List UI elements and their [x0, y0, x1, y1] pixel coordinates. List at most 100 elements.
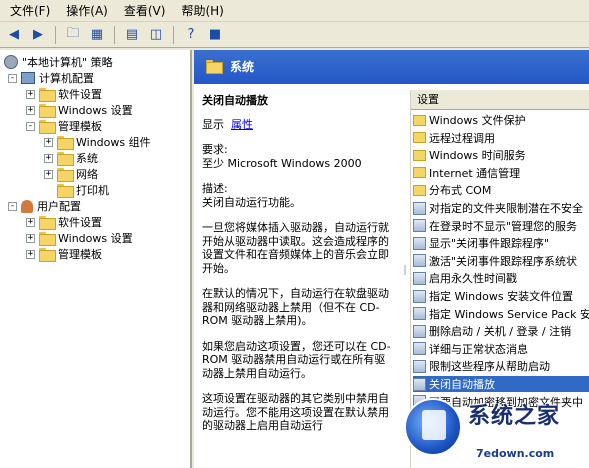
settings-row-label: 限制这些程序从帮助启动 — [429, 360, 550, 374]
tree-item-computer-config[interactable]: - 计算机配置 — [8, 70, 94, 86]
forward-icon[interactable]: ▶ — [28, 25, 48, 45]
console-tree: "本地计算机" 策略 - 计算机配置 + 软件设置 + Windows 设置 -… — [0, 50, 192, 468]
properties-link[interactable]: 属性 — [231, 118, 253, 131]
tree-item-label: 系统 — [76, 152, 98, 165]
menu-view[interactable]: 查看(V) — [116, 0, 174, 21]
policy-icon — [4, 55, 18, 69]
tree-item-user-admin-templates[interactable]: + 管理模板 — [26, 246, 102, 262]
settings-row-label: 指定 Windows 安装文件位置 — [429, 290, 574, 303]
view-icon[interactable]: ■ — [205, 25, 225, 45]
show-tree-icon[interactable]: ▦ — [87, 25, 107, 45]
settings-policy-row[interactable]: 关闭自动播放 — [413, 376, 589, 392]
expand-icon[interactable]: + — [26, 217, 35, 227]
collapse-icon[interactable]: - — [8, 73, 17, 83]
tree-item-root[interactable]: "本地计算机" 策略 — [4, 54, 113, 70]
folder-icon — [39, 120, 56, 134]
settings-policy-row[interactable]: 详细与正常状态消息 — [413, 341, 589, 357]
description-paragraph: 如果您启动这项设置，您还可以在 CD-ROM 驱动器禁用自动运行或在所有驱动器上… — [202, 339, 391, 380]
description-paragraph: 在默认的情况下，自动运行在软盘驱动器和网络驱动器上禁用（但不在 CD-ROM 驱… — [202, 287, 389, 327]
settings-row-label: 删除启动 / 关机 / 登录 / 注销 — [429, 325, 572, 339]
up-folder-icon[interactable]: 🗀 — [63, 25, 83, 45]
menu-action[interactable]: 操作(A) — [58, 0, 116, 21]
settings-policy-row[interactable]: 显示"关闭事件跟踪程序" — [413, 235, 589, 251]
settings-folder-row[interactable]: Internet 通信管理 — [413, 165, 589, 181]
settings-policy-row[interactable]: 指定 Windows Service Pack 安装 — [413, 306, 589, 322]
requirements-value: 至少 Microsoft Windows 2000 — [202, 156, 362, 170]
folder-icon — [413, 184, 426, 196]
tree-item-label: Windows 组件 — [76, 136, 151, 149]
settings-folder-row[interactable]: 远程过程调用 — [413, 130, 589, 146]
collapse-icon[interactable]: - — [26, 121, 35, 131]
watermark-logo-mark — [422, 410, 446, 440]
toolbar-separator — [114, 25, 115, 44]
folder-icon — [39, 88, 56, 102]
tree-item-network[interactable]: + 网络 — [44, 166, 98, 182]
settings-folder-row[interactable]: Windows 文件保护 — [413, 112, 589, 128]
watermark-url: 7edown.com — [476, 447, 555, 460]
computer-icon — [21, 72, 35, 84]
expand-icon[interactable]: + — [44, 169, 53, 179]
tree-item-label: 管理模板 — [58, 248, 102, 261]
menu-help[interactable]: 帮助(H) — [173, 0, 231, 21]
export-icon[interactable]: ◫ — [146, 25, 166, 45]
settings-folder-row[interactable]: Windows 时间服务 — [413, 147, 589, 163]
tree-item-label: 软件设置 — [58, 216, 102, 229]
requirements-block: 要求: 至少 Microsoft Windows 2000 — [202, 143, 394, 170]
back-icon[interactable]: ◀ — [4, 25, 24, 45]
folder-icon — [57, 184, 74, 198]
policy-title: 关闭自动播放 — [202, 94, 268, 107]
policy-setting-icon — [413, 307, 426, 321]
menu-file[interactable]: 文件(F) — [2, 0, 58, 21]
display-label: 显示 — [202, 117, 224, 131]
policy-setting-icon — [413, 219, 426, 233]
properties-icon[interactable]: ▤ — [122, 25, 142, 45]
settings-row-label: 对指定的文件夹限制潜在不安全 — [429, 202, 583, 215]
folder-icon — [57, 136, 74, 150]
column-header-setting[interactable]: 设置 — [411, 90, 589, 110]
collapse-icon[interactable]: - — [8, 201, 17, 211]
open-folder-icon — [57, 152, 74, 166]
tree-item-windows-components[interactable]: + Windows 组件 — [44, 134, 151, 150]
settings-policy-row[interactable]: 对指定的文件夹限制潜在不安全 — [413, 200, 589, 216]
settings-row-label: 远程过程调用 — [429, 131, 495, 145]
policy-setting-icon — [413, 359, 426, 373]
tree-item-user-windows-settings[interactable]: + Windows 设置 — [26, 230, 133, 246]
settings-policy-row[interactable]: 删除启动 / 关机 / 登录 / 注销 — [413, 323, 589, 339]
tree-item-user-software-settings[interactable]: + 软件设置 — [26, 214, 102, 230]
expand-icon[interactable]: + — [26, 105, 35, 115]
description-paragraph: 一旦您将媒体插入驱动器，自动运行就开始从驱动器中读取。这会造成程序的设置文件和在… — [202, 221, 389, 275]
tree-item-admin-templates[interactable]: - 管理模板 — [26, 118, 102, 134]
folder-icon — [413, 167, 426, 179]
folder-icon — [39, 248, 56, 262]
expand-icon[interactable]: + — [44, 137, 53, 147]
settings-row-label: 关闭自动播放 — [429, 378, 495, 391]
settings-row-label: Windows 时间服务 — [429, 149, 526, 163]
settings-policy-row[interactable]: 指定 Windows 安装文件位置 — [413, 288, 589, 304]
expand-icon[interactable]: + — [44, 153, 53, 163]
settings-policy-row[interactable]: 限制这些程序从帮助启动 — [413, 358, 589, 374]
settings-row-label: 显示"关闭事件跟踪程序" — [429, 237, 550, 251]
policy-setting-icon — [413, 377, 426, 391]
settings-policy-row[interactable]: 激活"关闭事件跟踪程序系统状 — [413, 253, 589, 269]
tree-item-software-settings[interactable]: + 软件设置 — [26, 86, 102, 102]
expand-icon[interactable]: + — [26, 89, 35, 99]
settings-row-label: 分布式 COM — [429, 184, 492, 198]
tree-item-printers[interactable]: 打印机 — [57, 182, 109, 198]
pane-splitter[interactable] — [404, 265, 406, 275]
tree-item-user-config[interactable]: - 用户配置 — [8, 198, 81, 214]
tree-item-label: 网络 — [76, 168, 98, 181]
tree-item-windows-settings[interactable]: + Windows 设置 — [26, 102, 133, 118]
folder-icon — [39, 104, 56, 118]
settings-policy-row[interactable]: 在登录时不显示"管理您的服务 — [413, 218, 589, 234]
user-icon — [21, 199, 33, 213]
expand-icon[interactable]: + — [26, 233, 35, 243]
settings-folder-row[interactable]: 分布式 COM — [413, 182, 589, 198]
settings-policy-row[interactable]: 启用永久性时间戳 — [413, 270, 589, 286]
policy-setting-icon — [413, 236, 426, 250]
help-icon[interactable]: ? — [181, 25, 201, 45]
display-line: 显示 属性 — [202, 118, 394, 132]
page-title: 系统 — [230, 60, 255, 74]
tree-item-system[interactable]: + 系统 — [44, 150, 98, 166]
menu-bar: 文件(F) 操作(A) 查看(V) 帮助(H) — [0, 0, 589, 22]
expand-icon[interactable]: + — [26, 249, 35, 259]
